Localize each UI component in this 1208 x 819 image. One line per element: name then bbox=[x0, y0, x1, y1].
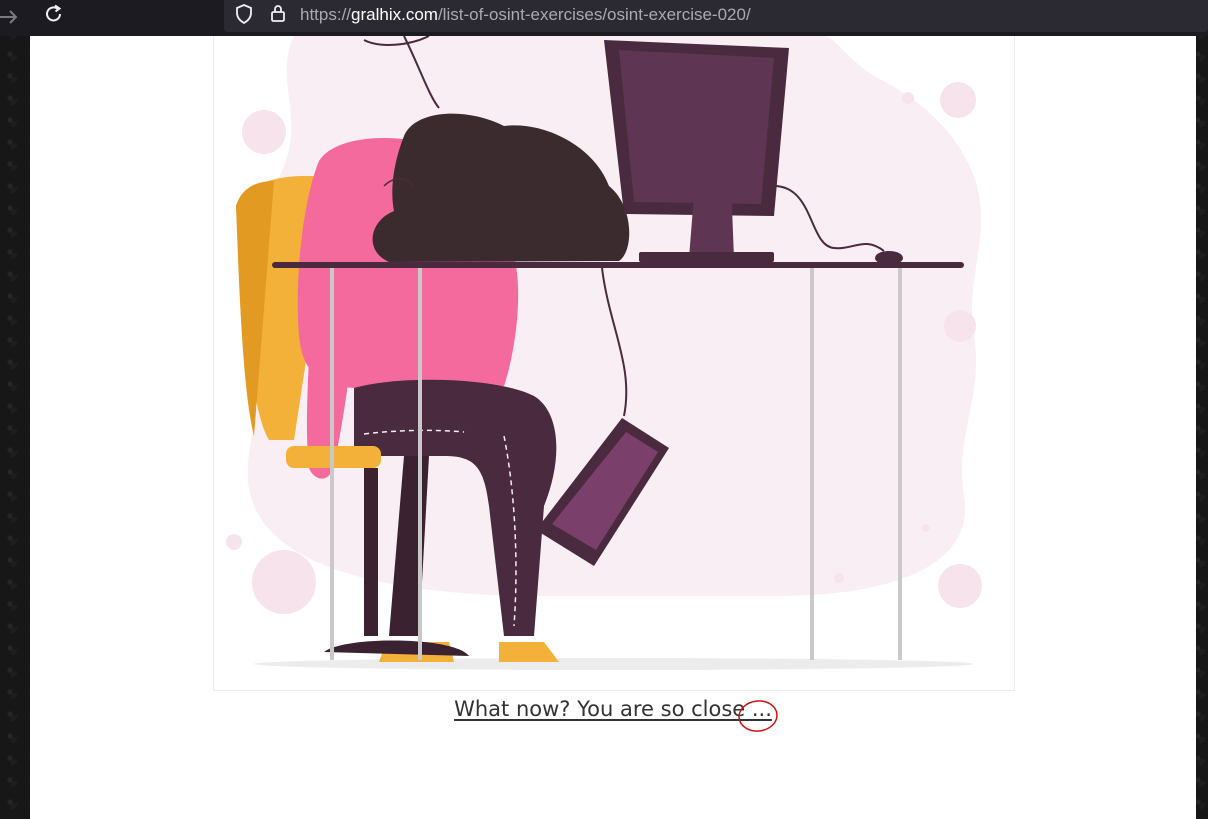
url-domain: gralhix.com bbox=[351, 5, 438, 24]
reload-icon[interactable] bbox=[42, 2, 66, 26]
red-circle-annotation bbox=[738, 700, 778, 732]
browser-toolbar: https://gralhix.com/list-of-osint-exerci… bbox=[0, 0, 1208, 36]
caption-link[interactable]: What now? You are so close ... bbox=[454, 697, 772, 721]
url-bar[interactable]: https://gralhix.com/list-of-osint-exerci… bbox=[224, 0, 1208, 32]
exercise-image bbox=[213, 36, 1015, 691]
lock-icon[interactable] bbox=[268, 2, 288, 24]
exercise-caption: What now? You are so close ... bbox=[30, 697, 1196, 721]
url-text[interactable]: https://gralhix.com/list-of-osint-exerci… bbox=[300, 4, 751, 26]
shield-icon[interactable] bbox=[234, 3, 254, 25]
forward-icon[interactable] bbox=[0, 4, 20, 30]
url-path: /list-of-osint-exercises/osint-exercise-… bbox=[437, 5, 751, 24]
tired-woman-at-desk-illustration bbox=[226, 36, 982, 670]
url-prefix: https:// bbox=[300, 5, 352, 24]
page-content: What now? You are so close ... bbox=[30, 36, 1196, 819]
